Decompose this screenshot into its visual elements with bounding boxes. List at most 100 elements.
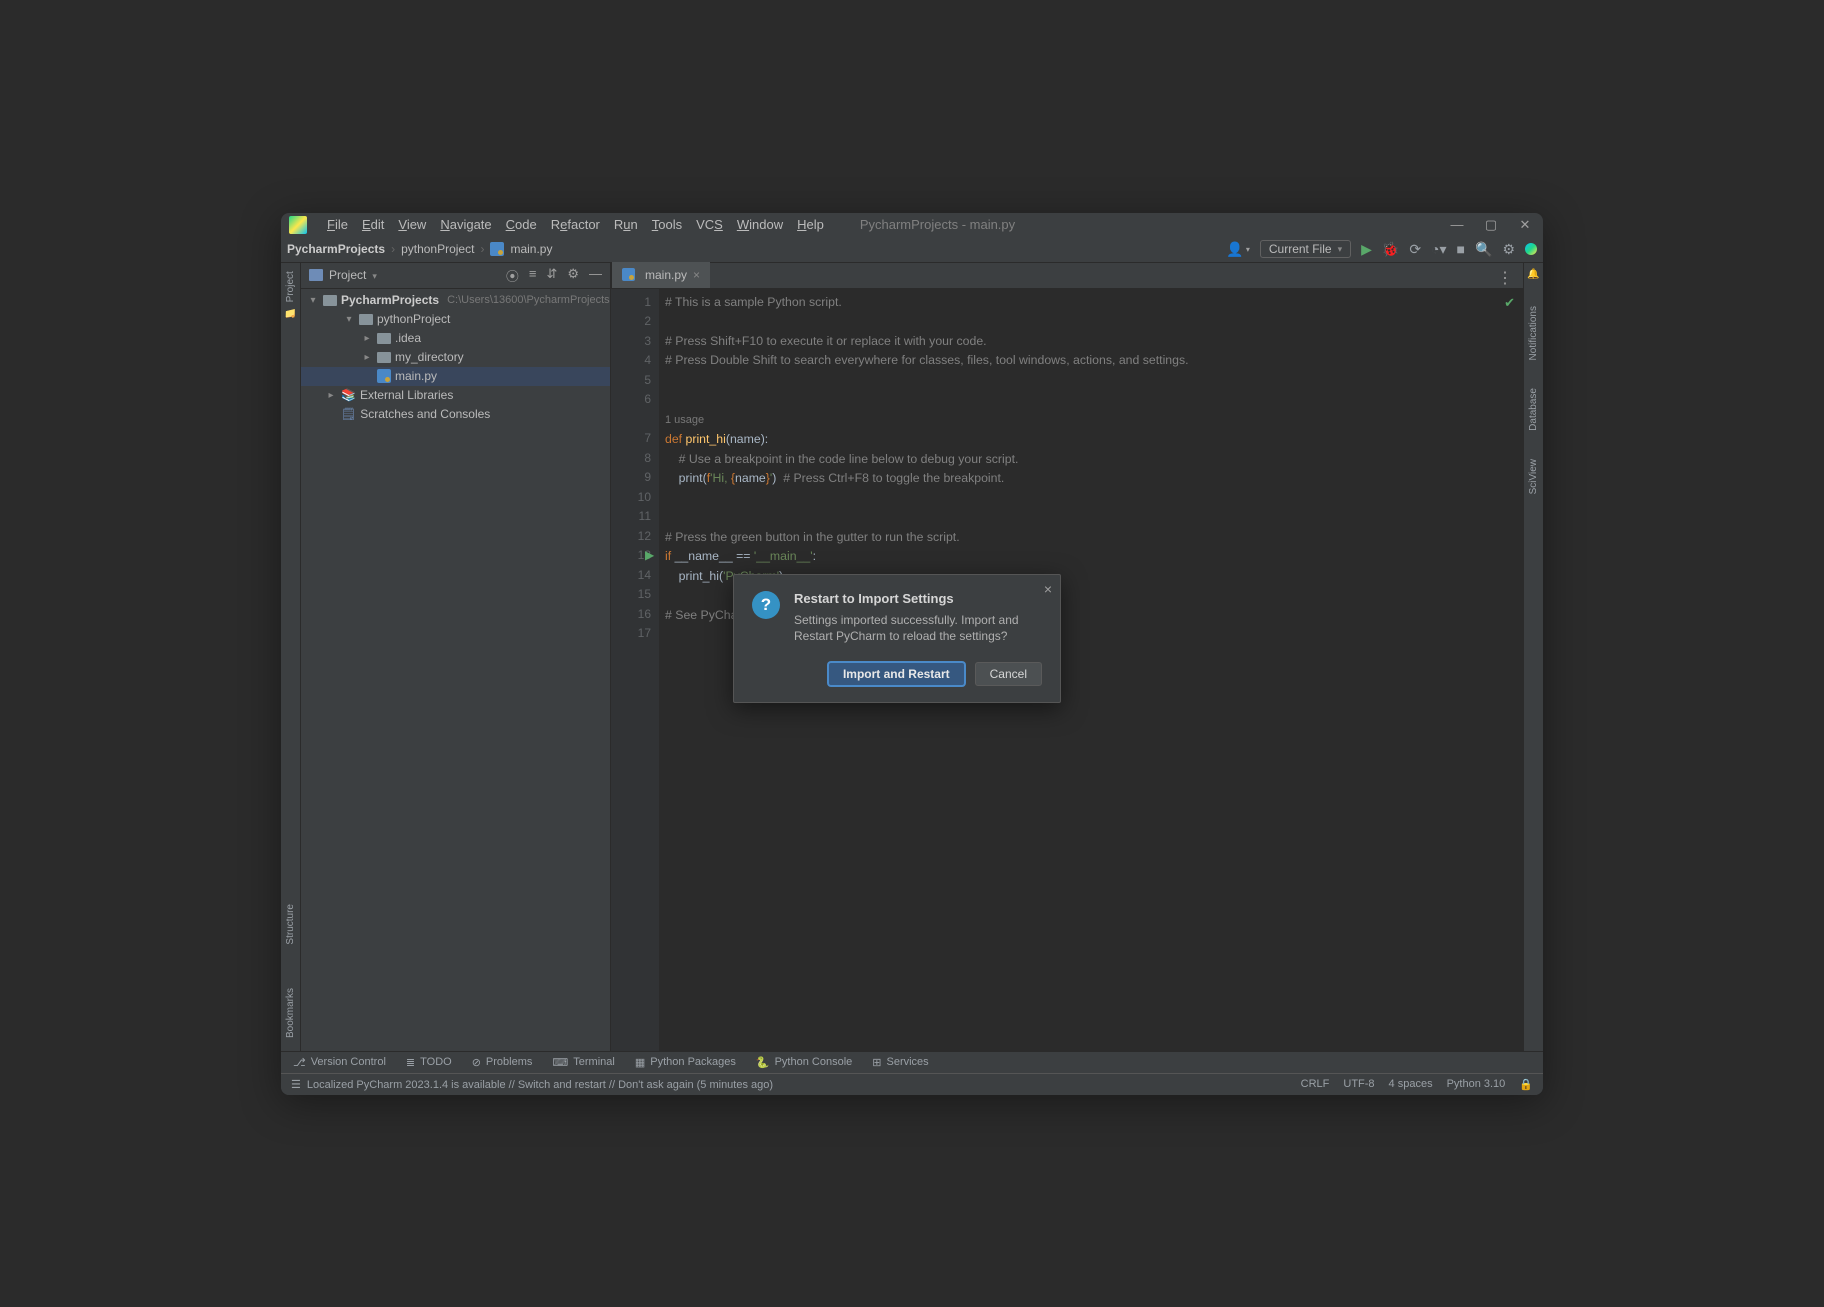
chevron-down-icon[interactable]: ▾ [307,295,319,306]
python-file-icon [490,242,504,256]
notifications-bell-icon[interactable]: 🔔 [1527,269,1539,280]
inspection-ok-icon[interactable]: ✔ [1504,295,1515,311]
expand-all-icon[interactable]: ≡ [529,266,537,285]
dialog-title: Restart to Import Settings [794,591,1042,606]
project-tool-button[interactable]: 📁Project [285,269,296,320]
code-with-me-icon[interactable] [1525,243,1537,255]
close-button[interactable]: ✕ [1515,217,1535,233]
titlebar: FileEditViewNavigateCodeRefactorRunTools… [281,213,1543,237]
menu-help[interactable]: Help [791,215,830,234]
line-number-gutter[interactable]: 123456 789101112▶1314151617 [611,289,659,1051]
profile-icon[interactable]: ◔▾ [1431,241,1446,258]
menu-navigate[interactable]: Navigate [434,215,497,234]
menu-run[interactable]: Run [608,215,644,234]
python-file-icon [377,369,391,383]
cancel-button[interactable]: Cancel [975,662,1042,686]
project-tree[interactable]: ▾ PycharmProjects C:\Users\13600\Pycharm… [301,289,610,424]
menu-tools[interactable]: Tools [646,215,688,234]
run-config-selector[interactable]: Current File [1260,240,1351,258]
menu-file[interactable]: File [321,215,354,234]
dialog-message: Settings imported successfully. Import a… [794,612,1042,644]
tree-root-name[interactable]: PycharmProjects [341,293,439,307]
status-indicator[interactable]: 4 spaces [1389,1078,1433,1091]
hide-icon[interactable]: — [589,266,602,285]
sidebar-title[interactable]: Project [329,268,377,282]
dialog-close-icon[interactable]: × [1044,581,1052,597]
run-icon[interactable]: ▶ [1361,241,1372,258]
structure-tool-button[interactable]: Structure [285,902,296,947]
folder-icon [377,352,391,363]
tool-icon: ⌨ [552,1056,568,1069]
status-indicator[interactable]: UTF-8 [1343,1078,1374,1091]
status-indicator[interactable]: CRLF [1301,1078,1330,1091]
tree-item-label: my_directory [395,350,464,364]
tool-icon: ▦ [635,1056,645,1069]
import-and-restart-button[interactable]: Import and Restart [828,662,965,686]
breadcrumb-item[interactable]: pythonProject [401,242,474,256]
debug-icon[interactable]: 🐞 [1382,241,1399,258]
collapse-all-icon[interactable]: ⇵ [546,266,557,285]
menu-edit[interactable]: Edit [356,215,390,234]
settings-icon[interactable]: ⚙ [1502,241,1515,258]
close-tab-icon[interactable]: × [693,268,700,282]
project-sidebar: Project ⦿ ≡ ⇵ ⚙ — ▾ PycharmProjects C:\U… [301,263,611,1051]
sciview-tool-button[interactable]: SciView [1528,457,1539,496]
minimize-button[interactable]: — [1447,217,1467,233]
coverage-icon[interactable]: ⟳ [1409,241,1421,258]
bottom-tool-python-packages[interactable]: ▦Python Packages [635,1056,736,1069]
chevron-right-icon[interactable]: ▸ [361,352,373,363]
bottom-tool-python-console[interactable]: 🐍Python Console [756,1056,852,1069]
search-icon[interactable]: 🔍 [1475,241,1492,258]
restart-import-dialog: × ? Restart to Import Settings Settings … [733,574,1061,703]
menu-view[interactable]: View [392,215,432,234]
database-tool-button[interactable]: Database [1528,386,1539,433]
chevron-down-icon[interactable]: ▾ [343,314,355,325]
chevron-right-icon: › [391,242,395,256]
status-message[interactable]: ☰Localized PyCharm 2023.1.4 is available… [291,1078,773,1091]
menu-refactor[interactable]: Refactor [545,215,606,234]
bottom-tool-version-control[interactable]: ⎇Version Control [293,1056,386,1069]
editor-tab[interactable]: main.py × [611,262,710,288]
settings-gear-icon[interactable]: ⚙ [567,266,579,285]
tree-item-label: Scratches and Consoles [360,407,490,421]
tree-item[interactable]: ▸📚External Libraries [301,386,610,405]
bottom-tool-todo[interactable]: ≣TODO [406,1056,452,1069]
notifications-tool-button[interactable]: Notifications [1528,304,1539,362]
tab-label: main.py [645,268,687,282]
breadcrumb-item[interactable]: PycharmProjects [287,242,385,256]
maximize-button[interactable]: ▢ [1481,217,1501,233]
tool-icon: ⊞ [872,1056,881,1069]
tab-more-icon[interactable]: ⋮ [1487,268,1523,288]
lock-icon[interactable]: 🔒 [1519,1078,1533,1091]
tree-item[interactable]: main.py [301,367,610,386]
tree-item[interactable]: ▾pythonProject [301,310,610,329]
select-opened-file-icon[interactable]: ⦿ [506,266,519,285]
bottom-tool-terminal[interactable]: ⌨Terminal [552,1056,614,1069]
ide-window: FileEditViewNavigateCodeRefactorRunTools… [281,213,1543,1095]
breadcrumbs: PycharmProjects › pythonProject › main.p… [287,242,552,256]
menu-code[interactable]: Code [500,215,543,234]
nav-toolbar: PycharmProjects › pythonProject › main.p… [281,237,1543,263]
scratch-icon: 🗒 [341,407,356,421]
bookmarks-tool-button[interactable]: Bookmarks [285,986,296,1040]
menu-window[interactable]: Window [731,215,789,234]
tree-item[interactable]: ▸ my_directory [301,348,610,367]
bottom-tool-problems[interactable]: ⊘Problems [472,1056,533,1069]
python-file-icon [622,268,635,281]
bottom-tool-services[interactable]: ⊞Services [872,1056,928,1069]
tree-item-label: main.py [395,369,437,383]
tool-icon: ⊘ [472,1056,481,1069]
folder-icon [359,314,373,325]
question-icon: ? [752,591,780,619]
menu-vcs[interactable]: VCS [690,215,729,234]
status-indicator[interactable]: Python 3.10 [1447,1078,1506,1091]
stop-icon[interactable]: ■ [1457,241,1465,257]
chevron-right-icon[interactable]: ▸ [361,333,373,344]
tree-item[interactable]: ▸.idea [301,329,610,348]
breadcrumb-item[interactable]: main.py [510,242,552,256]
project-icon [309,269,323,281]
tree-item[interactable]: 🗒 Scratches and Consoles [301,405,610,424]
account-icon[interactable]: 👤 [1226,241,1249,258]
chevron-right-icon[interactable]: ▸ [325,390,337,401]
pycharm-logo-icon [289,216,307,234]
